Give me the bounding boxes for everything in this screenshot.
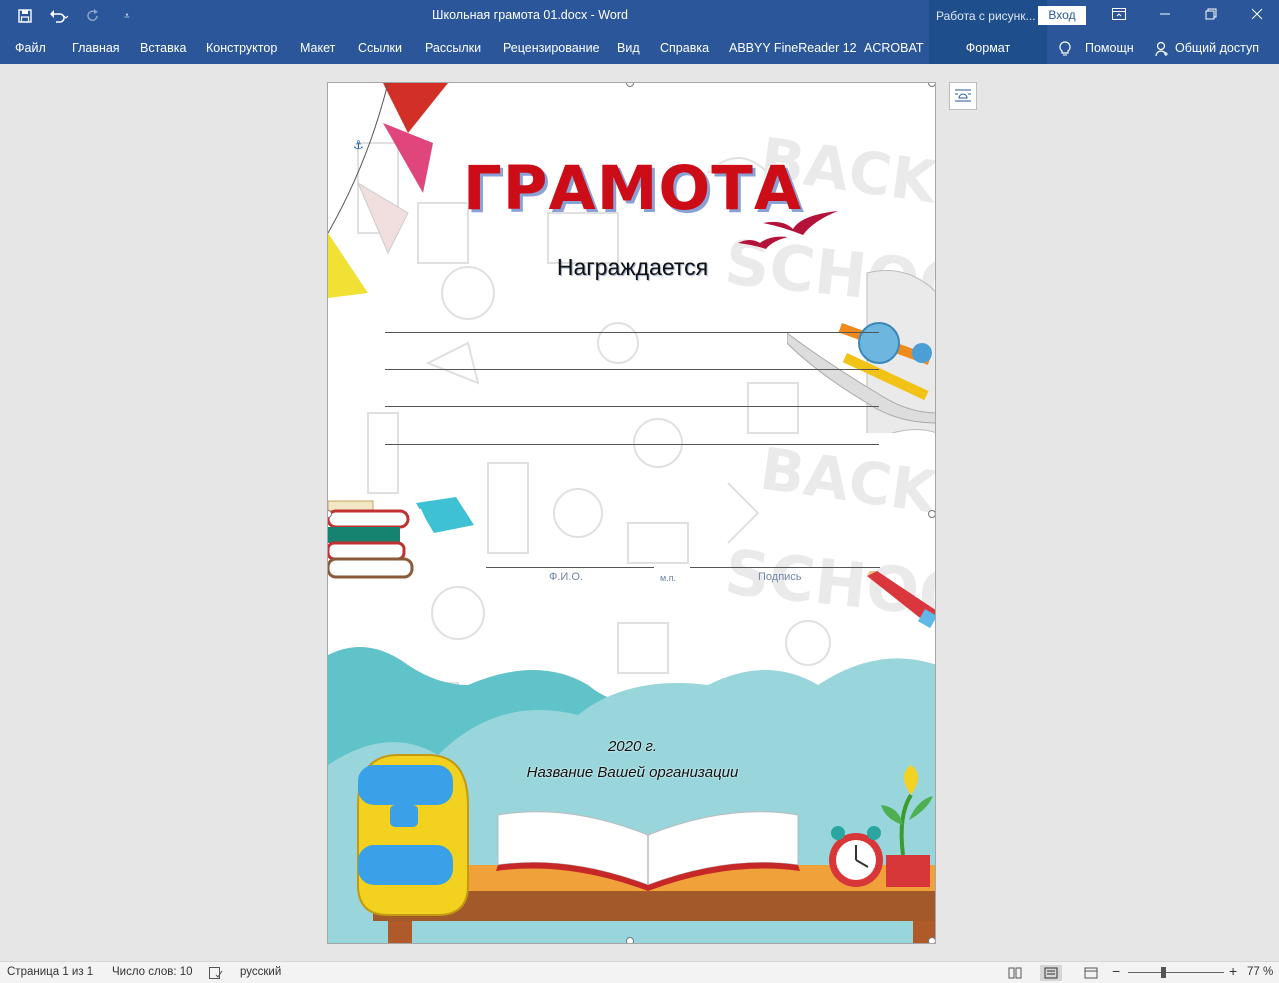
signature-label: Подпись (758, 571, 802, 583)
zoom-in-icon[interactable]: + (1229, 963, 1237, 979)
fio-label: Ф.И.О. (549, 571, 583, 583)
ribbon-display-options-icon[interactable] (1097, 4, 1141, 28)
fill-line-2 (385, 369, 879, 370)
window-title: Школьная грамота 01.docx - Word (432, 8, 628, 22)
awarded-heading: Награждается (556, 254, 709, 280)
tab-format[interactable]: Формат (929, 32, 1047, 64)
close-icon[interactable] (1235, 4, 1279, 28)
zoom-out-icon[interactable]: − (1112, 963, 1120, 979)
tab-view[interactable]: Вид (617, 32, 640, 64)
tab-mailings[interactable]: Рассылки (425, 32, 481, 64)
page-count-status[interactable]: Страница 1 из 1 (7, 966, 93, 978)
anchor-icon[interactable]: ⚓ (353, 138, 364, 152)
tell-me-button[interactable]: Помощн (1058, 32, 1134, 64)
tab-help[interactable]: Справка (660, 32, 709, 64)
tab-review[interactable]: Рецензирование (503, 32, 600, 64)
signature-line (690, 567, 880, 568)
fill-line-3 (385, 406, 879, 407)
ribbon-tab-bar: Файл Главная Вставка Конструктор Макет С… (0, 32, 1279, 64)
zoom-slider-track[interactable] (1128, 972, 1224, 973)
year-text: 2020 г. (607, 738, 658, 755)
title-bar: ⩡ Школьная грамота 01.docx - Word Работа… (0, 0, 1279, 32)
books-image (328, 497, 474, 579)
layout-options-icon (955, 89, 971, 102)
lightbulb-icon (1059, 41, 1071, 56)
fio-line (486, 567, 654, 568)
picture-tools-context-title: Работа с рисунк... (929, 0, 1047, 32)
certificate-title: ГРАМОТА (462, 153, 803, 224)
fill-line-1 (385, 332, 879, 333)
tab-references[interactable]: Ссылки (358, 32, 402, 64)
word-count-status[interactable]: Число слов: 10 (112, 966, 193, 978)
share-button[interactable]: Общий доступ (1155, 32, 1259, 64)
minimize-icon[interactable] (1143, 4, 1187, 28)
tab-abbyy[interactable]: ABBYY FineReader 12 (729, 32, 857, 64)
selection-handle[interactable] (626, 937, 634, 943)
sign-in-button[interactable]: Вход (1038, 6, 1086, 25)
zoom-slider-thumb[interactable] (1161, 967, 1166, 978)
selection-handle[interactable] (928, 510, 935, 518)
fill-line-4 (385, 444, 879, 445)
zoom-level[interactable]: 77 % (1247, 966, 1273, 978)
organization-text: Название Вашей организации (526, 764, 739, 781)
tab-acrobat[interactable]: ACROBAT (864, 32, 924, 64)
document-area[interactable]: BACK SCHOOL BACK SCHOOL ГРАМОТА Награжда… (0, 64, 1279, 961)
bottom-scene-image (328, 647, 935, 943)
print-layout-icon[interactable] (1040, 965, 1062, 981)
web-layout-icon[interactable] (1080, 965, 1102, 981)
person-icon (1155, 41, 1168, 57)
svg-text:BACK: BACK (756, 435, 936, 527)
share-label: Общий доступ (1175, 41, 1259, 55)
status-bar: Страница 1 из 1 Число слов: 10 русский −… (0, 961, 1279, 983)
tab-home[interactable]: Главная (72, 32, 120, 64)
stamp-place-label: м.п. (660, 573, 677, 583)
language-status[interactable]: русский (240, 966, 281, 978)
paper-scroll-image (787, 270, 935, 433)
proofing-icon[interactable] (205, 965, 227, 981)
restore-icon[interactable] (1189, 4, 1233, 28)
tab-layout[interactable]: Макет (300, 32, 335, 64)
pencil-image (867, 571, 935, 629)
read-mode-icon[interactable] (1004, 965, 1026, 981)
selection-handle[interactable] (928, 937, 935, 943)
tell-me-label: Помощн (1085, 41, 1134, 55)
document-page[interactable]: BACK SCHOOL BACK SCHOOL ГРАМОТА Награжда… (327, 82, 936, 944)
tab-file[interactable]: Файл (15, 32, 46, 64)
tab-insert[interactable]: Вставка (140, 32, 186, 64)
layout-options-button[interactable] (949, 82, 977, 110)
tab-design[interactable]: Конструктор (206, 32, 277, 64)
